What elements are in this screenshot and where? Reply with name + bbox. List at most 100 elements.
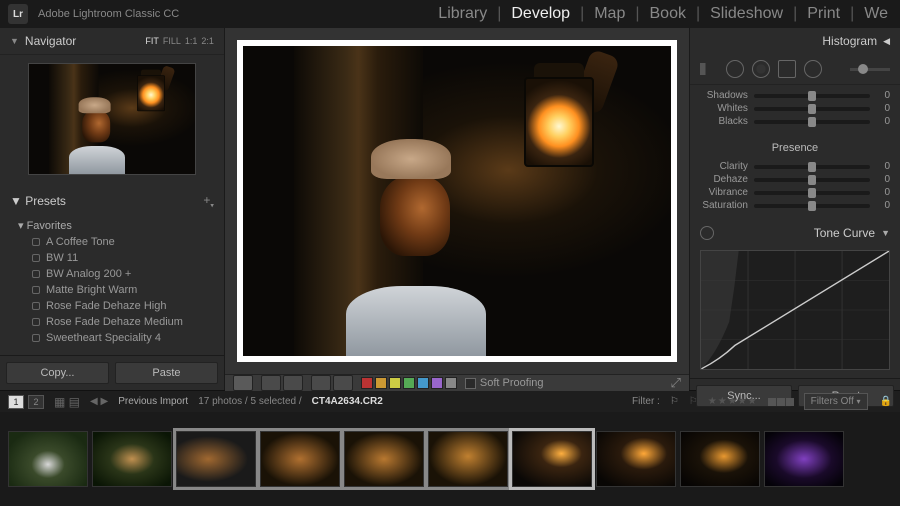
filmstrip-thumbnail[interactable]	[344, 431, 424, 487]
color-filter-icon[interactable]	[768, 398, 794, 406]
add-preset-icon[interactable]: +▾	[203, 193, 214, 209]
brush-size-slider[interactable]	[850, 68, 890, 71]
color-label-swatch[interactable]	[361, 377, 373, 389]
zoom-fit[interactable]: FIT	[145, 36, 159, 46]
filter-lock-icon[interactable]: 🔒	[880, 396, 892, 407]
filmstrip-thumbnail[interactable]	[176, 431, 256, 487]
slider-value[interactable]: 0	[876, 187, 890, 198]
slider-track[interactable]	[754, 107, 870, 111]
target-adjustment-icon[interactable]	[700, 226, 714, 240]
module-print[interactable]: Print	[803, 5, 844, 23]
slider-track[interactable]	[754, 178, 870, 182]
slider-value[interactable]: 0	[876, 174, 890, 185]
preset-group-favorites[interactable]: ▾ Favorites	[0, 215, 224, 234]
spot-removal-icon[interactable]	[726, 60, 744, 78]
slider-thumb-icon[interactable]	[808, 104, 816, 114]
module-we[interactable]: We	[860, 5, 892, 23]
slider-track[interactable]	[754, 191, 870, 195]
expand-icon[interactable]: ⤢	[671, 375, 681, 391]
back-forward-icons[interactable]: ◀ ▶	[90, 396, 108, 407]
slider-value[interactable]: 0	[876, 200, 890, 211]
slider-track[interactable]	[754, 94, 870, 98]
slider-thumb-icon[interactable]	[808, 201, 816, 211]
slider-dehaze[interactable]: Dehaze0	[700, 173, 890, 186]
before-after-tb-button[interactable]	[283, 375, 303, 391]
filmstrip-thumbnail[interactable]	[92, 431, 172, 487]
slider-track[interactable]	[754, 120, 870, 124]
main-photo[interactable]	[243, 46, 671, 356]
slider-vibrance[interactable]: Vibrance0	[700, 186, 890, 199]
preset-item[interactable]: BW 11	[0, 250, 224, 266]
paste-button[interactable]: Paste	[115, 362, 218, 384]
preset-item[interactable]: Rose Fade Dehaze High	[0, 298, 224, 314]
page-2-button[interactable]: 2	[28, 395, 44, 409]
slider-thumb-icon[interactable]	[808, 175, 816, 185]
color-label-swatch[interactable]	[375, 377, 387, 389]
slider-clarity[interactable]: Clarity0	[700, 160, 890, 173]
slider-thumb-icon[interactable]	[808, 188, 816, 198]
filmstrip-thumbnail[interactable]	[260, 431, 340, 487]
module-slideshow[interactable]: Slideshow	[706, 5, 787, 23]
graduated-filter-icon[interactable]	[778, 60, 796, 78]
slider-track[interactable]	[754, 204, 870, 208]
filmstrip-thumbnail[interactable]	[596, 431, 676, 487]
flag-picked-icon[interactable]: ⚐	[670, 396, 679, 407]
radial-filter-icon[interactable]	[804, 60, 822, 78]
navigator-header[interactable]: ▼ Navigator FITFILL1:12:1	[0, 28, 224, 55]
module-develop[interactable]: Develop	[507, 5, 574, 23]
crop-tool-icon[interactable]	[700, 63, 718, 75]
slider-track[interactable]	[754, 165, 870, 169]
slider-value[interactable]: 0	[876, 116, 890, 127]
filmstrip-thumbnail[interactable]	[8, 431, 88, 487]
preset-item[interactable]: Sweetheart Speciality 4	[0, 330, 224, 346]
grid-view-icons[interactable]: ▦ ▤	[54, 395, 80, 409]
copy-settings-button[interactable]	[333, 375, 353, 391]
color-label-swatch[interactable]	[445, 377, 457, 389]
module-book[interactable]: Book	[646, 5, 690, 23]
filmstrip-thumbnail[interactable]	[764, 431, 844, 487]
module-map[interactable]: Map	[590, 5, 629, 23]
zoom-1-1[interactable]: 1:1	[185, 36, 198, 46]
preset-item[interactable]: BW Analog 200 +	[0, 266, 224, 282]
filters-off-dropdown[interactable]: Filters Off ▾	[804, 393, 868, 410]
filmstrip-thumbnail[interactable]	[680, 431, 760, 487]
source-label[interactable]: Previous Import	[118, 396, 188, 407]
navigator-preview[interactable]	[28, 63, 196, 175]
redeye-icon[interactable]	[752, 60, 770, 78]
slider-thumb-icon[interactable]	[808, 162, 816, 172]
zoom-2-1[interactable]: 2:1	[201, 36, 214, 46]
slider-thumb-icon[interactable]	[808, 91, 816, 101]
flag-rejected-icon[interactable]: ⚐	[689, 396, 698, 407]
loupe-view-button[interactable]	[233, 375, 253, 391]
slider-thumb-icon[interactable]	[808, 117, 816, 127]
filmstrip-thumbnail[interactable]	[428, 431, 508, 487]
slider-value[interactable]: 0	[876, 103, 890, 114]
color-label-swatch[interactable]	[389, 377, 401, 389]
filmstrip[interactable]	[0, 412, 900, 506]
color-label-swatch[interactable]	[431, 377, 443, 389]
image-viewport[interactable]	[225, 28, 689, 374]
preset-item[interactable]: Matte Bright Warm	[0, 282, 224, 298]
zoom-fill[interactable]: FILL	[163, 36, 181, 46]
slider-shadows[interactable]: Shadows0	[700, 89, 890, 102]
color-label-swatch[interactable]	[417, 377, 429, 389]
tone-curve-header[interactable]: Tone Curve ▼	[690, 220, 900, 246]
slider-saturation[interactable]: Saturation0	[700, 199, 890, 212]
slider-blacks[interactable]: Blacks0	[700, 115, 890, 128]
rating-stars[interactable]: ★★★★★	[708, 396, 758, 407]
color-label-swatch[interactable]	[403, 377, 415, 389]
slider-value[interactable]: 0	[876, 161, 890, 172]
copy-button[interactable]: Copy...	[6, 362, 109, 384]
slider-value[interactable]: 0	[876, 90, 890, 101]
preset-item[interactable]: Rose Fade Dehaze Medium	[0, 314, 224, 330]
preset-item[interactable]: A Coffee Tone	[0, 234, 224, 250]
slider-whites[interactable]: Whites0	[700, 102, 890, 115]
soft-proofing-toggle[interactable]: Soft Proofing	[465, 377, 544, 389]
module-library[interactable]: Library	[434, 5, 491, 23]
page-1-button[interactable]: 1	[8, 395, 24, 409]
filmstrip-thumbnail[interactable]	[512, 431, 592, 487]
before-after-lr-button[interactable]	[261, 375, 281, 391]
tone-curve-graph[interactable]	[700, 250, 890, 370]
swap-button[interactable]	[311, 375, 331, 391]
histogram-header[interactable]: Histogram ◀	[690, 28, 900, 54]
